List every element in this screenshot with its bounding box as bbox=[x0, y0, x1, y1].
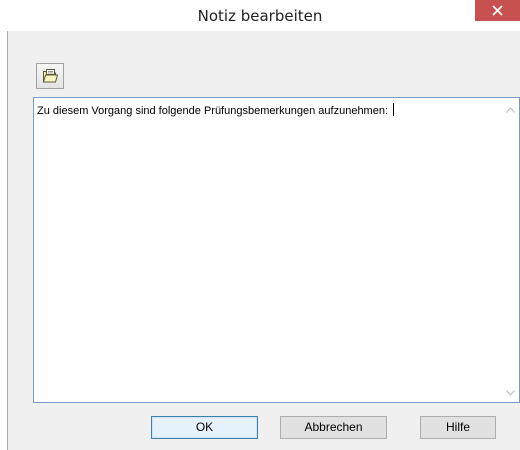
ok-button[interactable]: OK bbox=[151, 416, 258, 439]
note-text-content: Zu diesem Vorgang sind folgende Prüfungs… bbox=[37, 103, 395, 117]
close-button[interactable] bbox=[475, 0, 520, 21]
note-textarea[interactable]: Zu diesem Vorgang sind folgende Prüfungs… bbox=[33, 97, 520, 403]
title-bar[interactable]: Notiz bearbeiten bbox=[0, 0, 520, 31]
text-caret bbox=[393, 103, 395, 116]
window-title: Notiz bearbeiten bbox=[197, 7, 323, 25]
vertical-scrollbar[interactable] bbox=[502, 98, 519, 402]
cancel-button[interactable]: Abbrechen bbox=[280, 416, 387, 439]
window-left-border bbox=[0, 31, 8, 450]
close-icon bbox=[492, 5, 503, 16]
chevron-up-icon bbox=[506, 107, 515, 113]
edit-note-dialog: Notiz bearbeiten Zu diesem Vorgang sind … bbox=[0, 0, 520, 450]
help-button[interactable]: Hilfe bbox=[420, 416, 496, 439]
scroll-down-button[interactable] bbox=[502, 385, 519, 402]
scroll-up-button[interactable] bbox=[502, 102, 519, 119]
open-file-button[interactable] bbox=[36, 63, 64, 89]
note-text: Zu diesem Vorgang sind folgende Prüfungs… bbox=[37, 105, 392, 117]
chevron-down-icon bbox=[506, 390, 515, 396]
folder-open-icon bbox=[42, 69, 59, 83]
dialog-client-area: Zu diesem Vorgang sind folgende Prüfungs… bbox=[8, 31, 520, 450]
